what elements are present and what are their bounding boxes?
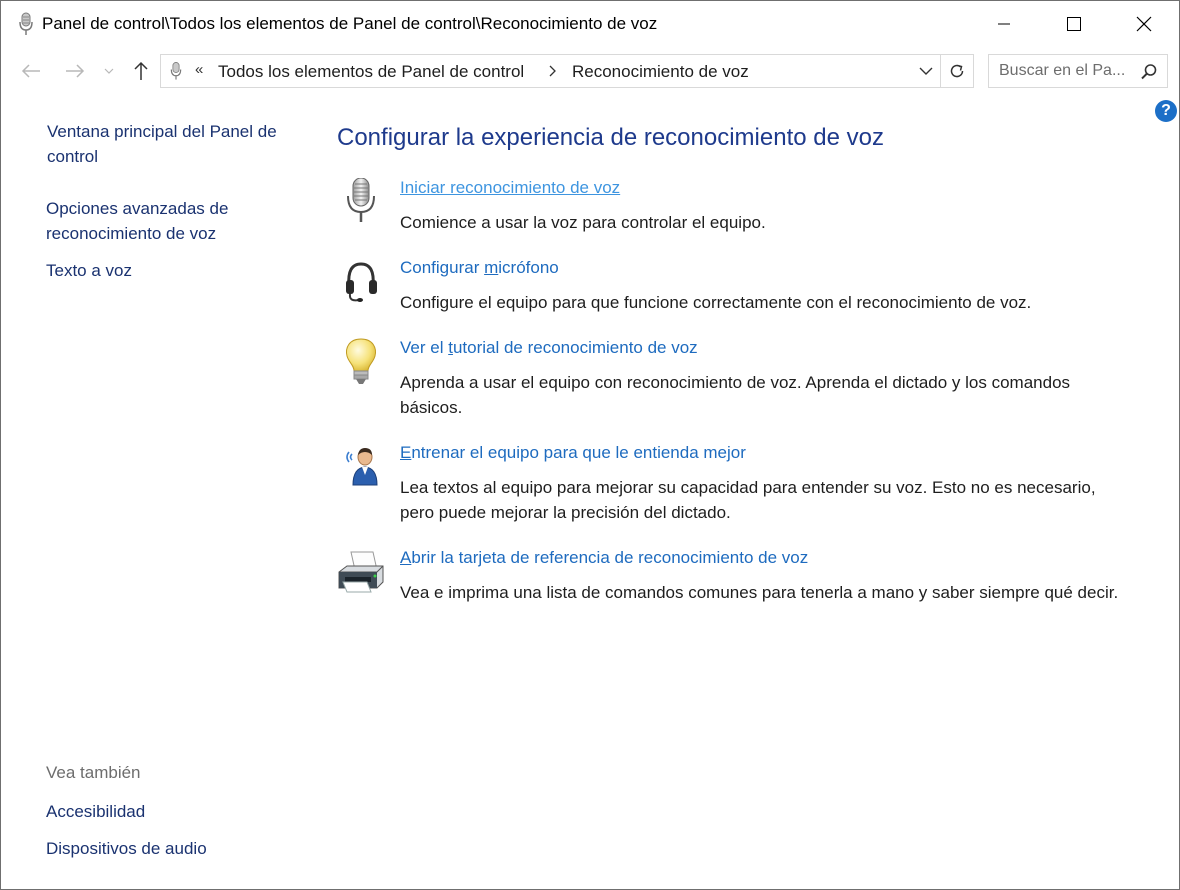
link-text: brir la tarjeta de referencia de reconoc… [411,548,809,567]
minimize-button[interactable] [969,1,1039,47]
task-description: Lea textos al equipo para mejorar su cap… [400,478,1096,522]
lightbulb-icon [337,338,385,386]
window-title: Panel de control\Todos los elementos de … [42,14,658,33]
microphone-icon [169,60,183,87]
task-description: Vea e imprima una lista de comandos comu… [400,583,1119,602]
link-audio-devices[interactable]: Dispositivos de audio [46,836,207,861]
link-start-speech-recognition[interactable]: Iniciar reconocimiento de voz [400,178,620,198]
link-label: reconocimiento de voz [46,224,217,243]
refresh-button[interactable] [940,55,973,87]
control-panel-window: Panel de control\Todos los elementos de … [0,0,1180,890]
maximize-button[interactable] [1039,1,1109,47]
help-icon[interactable]: ? [1155,100,1177,122]
search-icon[interactable] [1140,63,1158,81]
link-label: Opciones avanzadas de [46,199,229,218]
task-description: Configure el equipo para que funcione co… [400,293,1032,312]
chevron-right-icon[interactable] [547,64,559,78]
link-label: Ventana principal del Panel de [47,122,277,141]
link-advanced-speech-options[interactable]: Opciones avanzadas de reconocimiento de … [46,196,228,246]
link-train-computer[interactable]: Entrenar el equipo para que le entienda … [400,443,746,463]
breadcrumb-speech-recognition[interactable]: Reconocimiento de voz [572,62,749,82]
search-input[interactable]: Buscar en el Pa... [988,54,1168,88]
up-button[interactable] [129,59,153,83]
task-description: Comience a usar la voz para controlar el… [400,213,766,232]
link-setup-microphone[interactable]: Configurar micrófono [400,258,559,278]
close-icon [1136,16,1152,32]
task-description: Aprenda a usar el equipo con reconocimie… [400,373,1071,417]
forward-arrow-icon [66,64,85,78]
address-history-button[interactable] [916,61,936,81]
microphone-icon [17,12,35,36]
link-reference-card[interactable]: Abrir la tarjeta de referencia de recono… [400,548,808,568]
search-placeholder: Buscar en el Pa... [999,62,1126,79]
link-text: utorial de reconocimiento de voz [452,338,698,357]
link-label: Texto a voz [46,261,132,280]
link-text-to-speech[interactable]: Texto a voz [46,258,132,283]
access-key: m [484,258,499,277]
link-text: Configurar [400,258,485,277]
link-tutorial[interactable]: Ver el tutorial de reconocimiento de voz [400,338,698,358]
breadcrumb-all-items[interactable]: Todos los elementos de Panel de control [218,62,524,82]
address-bar[interactable]: « Todos los elementos de Panel de contro… [160,54,974,88]
title-bar[interactable]: Panel de control\Todos los elementos de … [1,1,1179,47]
access-key: E [400,443,412,462]
chevron-down-icon [919,67,933,75]
recent-locations-button[interactable] [99,59,119,83]
access-key: A [400,548,412,567]
page-title: Configurar la experiencia de reconocimie… [337,124,884,151]
up-arrow-icon [134,61,148,80]
close-button[interactable] [1109,1,1179,47]
forward-button[interactable] [63,59,87,83]
link-control-panel-home[interactable]: Ventana principal del Panel de control [47,119,277,169]
headset-icon [337,258,385,306]
link-text: icrófono [498,258,559,277]
minimize-icon [998,23,1010,25]
refresh-icon [950,64,964,78]
link-text: ntrenar el equipo para que le entienda m… [411,443,746,462]
printer-icon [337,548,385,596]
chevron-down-icon [104,68,114,74]
link-text: Ver el [400,338,449,357]
person-speaking-icon [337,443,385,491]
microphone-icon [337,177,385,226]
link-accessibility[interactable]: Accesibilidad [46,799,145,824]
see-also-heading: Vea también [46,763,141,782]
link-label: control [47,147,99,166]
back-arrow-icon [21,64,40,78]
breadcrumb-overflow[interactable]: « [195,61,203,78]
back-button[interactable] [19,59,43,83]
maximize-icon [1067,17,1081,31]
